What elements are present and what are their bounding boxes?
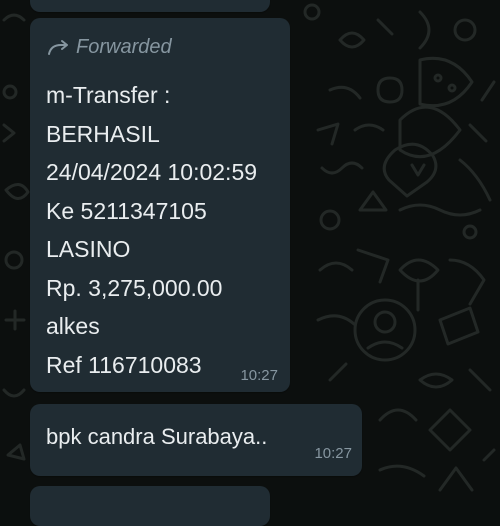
message-text: bpk candra Surabaya.. <box>46 424 268 449</box>
forwarded-indicator: Forwarded <box>46 36 172 59</box>
message-line: Rp. 3,275,000.00 <box>46 274 223 301</box>
forward-arrow-icon <box>48 39 68 55</box>
message-bubble-previous[interactable] <box>30 0 270 12</box>
message-timestamp: 10:27 <box>314 445 352 462</box>
message-line: alkes <box>46 313 100 339</box>
message-line: Ke 5211347105 <box>46 197 207 224</box>
message-timestamp: 10:27 <box>240 367 278 384</box>
message-bubble[interactable]: bpk candra Surabaya.. 10:27 <box>30 404 362 476</box>
message-line: 24/04/2024 10:02:59 <box>46 159 258 185</box>
forwarded-label: Forwarded <box>76 36 172 58</box>
message-bubble-next[interactable] <box>30 486 270 526</box>
message-line: m-Transfer : <box>46 82 171 108</box>
message-text: m-Transfer : BERHASIL 24/04/2024 10:02:5… <box>46 76 280 384</box>
message-line: BERHASIL <box>46 120 160 147</box>
message-line: LASINO <box>46 236 131 262</box>
message-bubble-forwarded[interactable]: Forwarded m-Transfer : BERHASIL 24/04/20… <box>30 18 290 392</box>
